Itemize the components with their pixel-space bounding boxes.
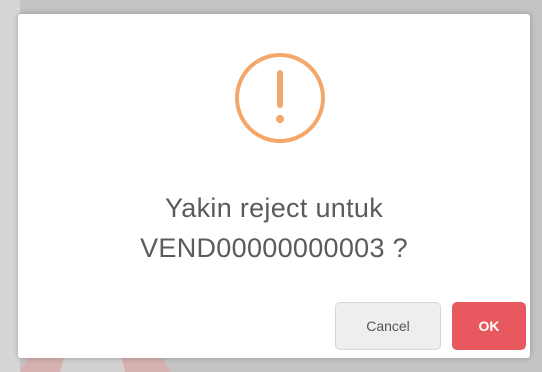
dialog-message-line-2: VEND00000000003 ?: [140, 233, 408, 263]
confirm-dialog: Yakin reject untuk VEND00000000003 ? Can…: [18, 14, 530, 358]
cancel-button[interactable]: Cancel: [335, 302, 441, 350]
warning-exclamation-icon: [235, 53, 325, 143]
ok-button[interactable]: OK: [452, 302, 526, 350]
dialog-message-line-1: Yakin reject untuk: [164, 193, 383, 223]
